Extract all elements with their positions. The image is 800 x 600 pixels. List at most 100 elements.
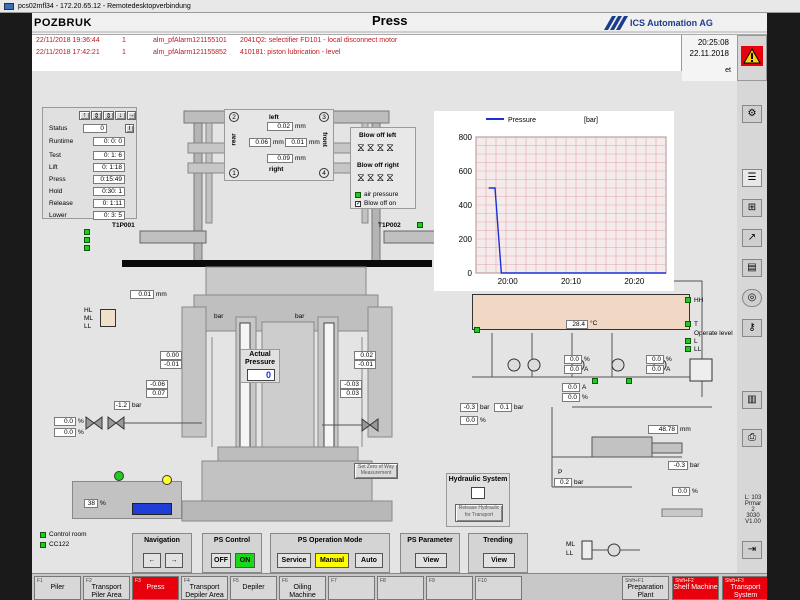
warning-icon bbox=[741, 46, 763, 66]
column-value: 0.02 bbox=[354, 351, 376, 360]
test-value: 0: 1: 6 bbox=[93, 151, 125, 160]
front-label: front bbox=[320, 132, 328, 147]
test-label: Test bbox=[49, 152, 61, 159]
unit-label: bar bbox=[214, 313, 224, 320]
unit-label: % bbox=[78, 418, 84, 425]
brand-label: POZBRUK bbox=[34, 17, 92, 29]
alarm-id: alm_pfAlarm121155101 bbox=[153, 37, 227, 44]
nav-next-button[interactable]: → bbox=[165, 553, 183, 568]
fkey-f3[interactable]: F3 Press bbox=[132, 576, 179, 600]
fkey-shift-f3[interactable]: Shift+F3 Transport System bbox=[722, 576, 767, 600]
language-label[interactable]: et bbox=[725, 67, 731, 74]
y-tick-label: 0 bbox=[468, 269, 473, 278]
column-value: 0.07 bbox=[146, 389, 168, 398]
level-ll-label: LL bbox=[566, 550, 574, 557]
network-icon[interactable]: ⊞ bbox=[742, 199, 762, 217]
process-diagram: ↑ ⇕ ⇕ ↓ → Status 0 i Runtime 0: 0: 0 Tes… bbox=[32, 81, 737, 573]
fkey-f2[interactable]: F2 Transport Piler Area bbox=[83, 576, 130, 600]
fkey-f5[interactable]: F5 Depiler bbox=[230, 576, 277, 600]
exit-icon[interactable]: ⇥ bbox=[742, 541, 762, 559]
status-label: Status bbox=[49, 125, 68, 132]
fkey-label: Preparation Plant bbox=[627, 584, 664, 599]
alarm-date: 22/11/2018 17:42:21 bbox=[36, 49, 100, 56]
unit-label: % bbox=[78, 429, 84, 436]
trending-panel: Trending View bbox=[468, 533, 528, 573]
pressure-label: P bbox=[558, 469, 563, 476]
report-icon[interactable]: ▤ bbox=[742, 259, 762, 277]
navigation-title: Navigation bbox=[144, 537, 180, 544]
printer-icon[interactable]: ⎙ bbox=[742, 429, 762, 447]
unit-label: bar bbox=[574, 479, 584, 486]
nav-prev-button[interactable]: ← bbox=[143, 553, 161, 568]
cc122-led bbox=[40, 542, 46, 548]
percent-value: 0.0 bbox=[54, 417, 76, 426]
level-ml-label: ML bbox=[566, 541, 576, 548]
manual-mode-button[interactable]: Manual bbox=[315, 553, 349, 568]
arrow-updown2-button[interactable]: ⇕ bbox=[103, 111, 114, 120]
alarm-warning-button[interactable] bbox=[737, 35, 767, 81]
fkey-label: Transport Depiler Area bbox=[185, 584, 224, 599]
unit-label: mm bbox=[680, 426, 691, 433]
trend-icon[interactable]: ↗ bbox=[742, 229, 762, 247]
left-valve-assembly bbox=[85, 416, 202, 430]
ps-off-button[interactable]: OFF bbox=[211, 553, 231, 568]
ps-control-title: PS Control bbox=[213, 537, 251, 544]
fkey-f6[interactable]: F6 Oiling Machine bbox=[279, 576, 326, 600]
ps-parameter-view-button[interactable]: View bbox=[415, 553, 447, 568]
fkey-f7[interactable]: F7 bbox=[328, 576, 375, 600]
pump-value: 0.0 bbox=[564, 365, 582, 374]
globe-icon[interactable]: ◎ bbox=[742, 289, 762, 307]
fkey-label: Press bbox=[146, 584, 165, 591]
runtime-label: Runtime bbox=[49, 138, 74, 145]
alarm-date: 22/11/2018 19:36:44 bbox=[36, 37, 100, 44]
auto-mode-button[interactable]: Auto bbox=[355, 553, 383, 568]
system-info: L: 103 Prmar 2 3030 V1.00 bbox=[739, 495, 767, 525]
column-value: -0.03 bbox=[340, 380, 362, 389]
unit-label: bar bbox=[132, 402, 142, 409]
status-led bbox=[474, 327, 480, 333]
set-zero-button[interactable]: Set Zero of Way Measurement bbox=[354, 463, 398, 479]
oil-tank bbox=[100, 309, 116, 327]
gear-icon[interactable]: ⚙ bbox=[742, 105, 762, 123]
ps-on-button[interactable]: ON bbox=[235, 553, 255, 568]
fkey-shift-f2[interactable]: Shift+F2 Shelf Machine bbox=[672, 576, 719, 600]
key-icon[interactable]: ⚷ bbox=[742, 319, 762, 337]
control-room-led bbox=[40, 532, 46, 538]
pump-value: 0.0 bbox=[562, 383, 580, 392]
fkey-f4[interactable]: F4 Transport Depiler Area bbox=[181, 576, 228, 600]
fkey-f1[interactable]: F1 Piler bbox=[34, 576, 81, 600]
arrow-updown-button[interactable]: ⇕ bbox=[91, 111, 102, 120]
blow-off-left-label: Blow off left bbox=[359, 132, 397, 139]
unit-label: % bbox=[666, 356, 672, 363]
level-hl-label: HL bbox=[84, 307, 93, 314]
remote-desktop-titlebar: pcs02mfl34 - 172.20.65.12 - Remotedeskto… bbox=[0, 0, 800, 13]
ps-mode-title: PS Operation Mode bbox=[297, 537, 363, 544]
fan-icon bbox=[162, 475, 172, 485]
water-tank bbox=[132, 503, 172, 515]
status-value: 0 bbox=[83, 124, 107, 133]
fkey-label: Depiler bbox=[242, 584, 265, 591]
list-icon[interactable]: ☰ bbox=[742, 169, 762, 187]
fkey-shortcut: F9 bbox=[429, 578, 435, 584]
alarm-list[interactable]: 22/11/2018 19:36:44 1 alm_pfAlarm1211551… bbox=[32, 35, 682, 71]
arrow-up-button[interactable]: ↑ bbox=[79, 111, 90, 120]
blow-off-checkbox[interactable]: ✓ bbox=[355, 201, 361, 207]
actual-pressure-label: Actual bbox=[249, 351, 271, 358]
clock-date: 22.11.2018 bbox=[689, 49, 729, 58]
trending-view-button[interactable]: View bbox=[483, 553, 515, 568]
pressure-value: 0.2 bbox=[554, 478, 572, 487]
fkey-shift-f1[interactable]: Shift+F1 Preparation Plant bbox=[622, 576, 669, 600]
height-value: 0.01 bbox=[130, 290, 154, 299]
alarm-count: 1 bbox=[122, 49, 126, 56]
fkey-f9[interactable]: F9 bbox=[426, 576, 473, 600]
fkey-f8[interactable]: F8 bbox=[377, 576, 424, 600]
book-icon[interactable]: ▥ bbox=[742, 391, 762, 409]
column-value: -0.06 bbox=[146, 380, 168, 389]
service-mode-button[interactable]: Service bbox=[277, 553, 311, 568]
divider bbox=[32, 31, 767, 33]
legend-label: Control room bbox=[49, 531, 87, 538]
fkey-f10[interactable]: F10 bbox=[475, 576, 522, 600]
fkey-label: Oiling Machine bbox=[289, 584, 316, 599]
pressure-trend-chart: Pressure [bar] 0 200 400 600 800 20:00 20:10 20:2… bbox=[434, 111, 674, 291]
unit-label: % bbox=[100, 500, 106, 507]
